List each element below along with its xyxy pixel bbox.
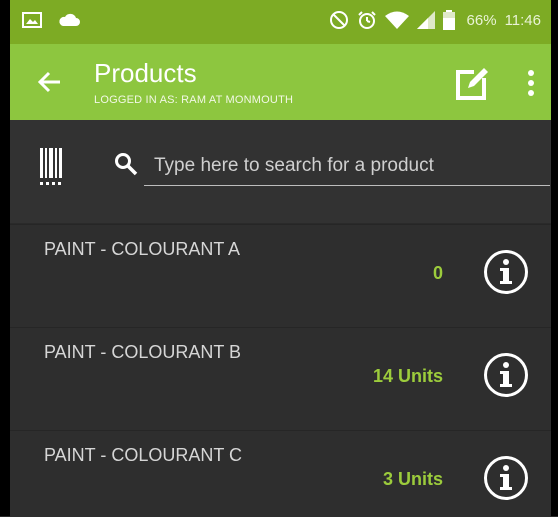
back-arrow-icon[interactable] bbox=[34, 66, 66, 98]
cloud-icon bbox=[59, 13, 80, 26]
product-quantity: 0 bbox=[432, 263, 443, 283]
product-search-input[interactable] bbox=[144, 146, 550, 186]
product-name: PAINT - COLOURANT A bbox=[44, 239, 241, 259]
info-icon[interactable] bbox=[483, 249, 529, 295]
screen-edge-left bbox=[0, 0, 10, 516]
search-bar bbox=[10, 120, 551, 223]
more-vert-icon[interactable] bbox=[523, 66, 539, 100]
image-icon bbox=[22, 12, 42, 28]
product-name: PAINT - COLOURANT B bbox=[44, 342, 242, 362]
do-not-disturb-icon bbox=[329, 11, 348, 29]
logged-in-subtitle: LOGGED IN AS: RAM AT MONMOUTH bbox=[94, 94, 294, 106]
product-quantity: 14 Units bbox=[372, 366, 443, 386]
screen-edge-right bbox=[551, 0, 558, 516]
battery-icon bbox=[442, 10, 455, 30]
clock: 11:46 bbox=[504, 11, 541, 29]
search-icon bbox=[115, 153, 138, 176]
product-name: PAINT - COLOURANT C bbox=[44, 445, 243, 465]
product-quantity: 3 Units bbox=[382, 469, 443, 489]
barcode-scan-icon[interactable] bbox=[40, 146, 66, 186]
alarm-icon bbox=[357, 11, 376, 29]
list-item[interactable]: PAINT - COLOURANT A 0 bbox=[10, 224, 551, 327]
battery-percent: 66% bbox=[466, 11, 497, 29]
info-icon[interactable] bbox=[483, 455, 529, 501]
page-title: Products bbox=[94, 58, 197, 88]
status-bar: 66% 11:46 bbox=[10, 0, 551, 44]
list-item[interactable]: PAINT - COLOURANT B 14 Units bbox=[10, 327, 551, 430]
list-item[interactable]: PAINT - COLOURANT C 3 Units bbox=[10, 430, 551, 517]
wifi-icon bbox=[384, 11, 409, 29]
info-icon[interactable] bbox=[483, 352, 529, 398]
signal-icon bbox=[416, 11, 435, 29]
app-bar: Products LOGGED IN AS: RAM AT MONMOUTH bbox=[10, 44, 551, 120]
edit-icon[interactable] bbox=[456, 66, 490, 100]
